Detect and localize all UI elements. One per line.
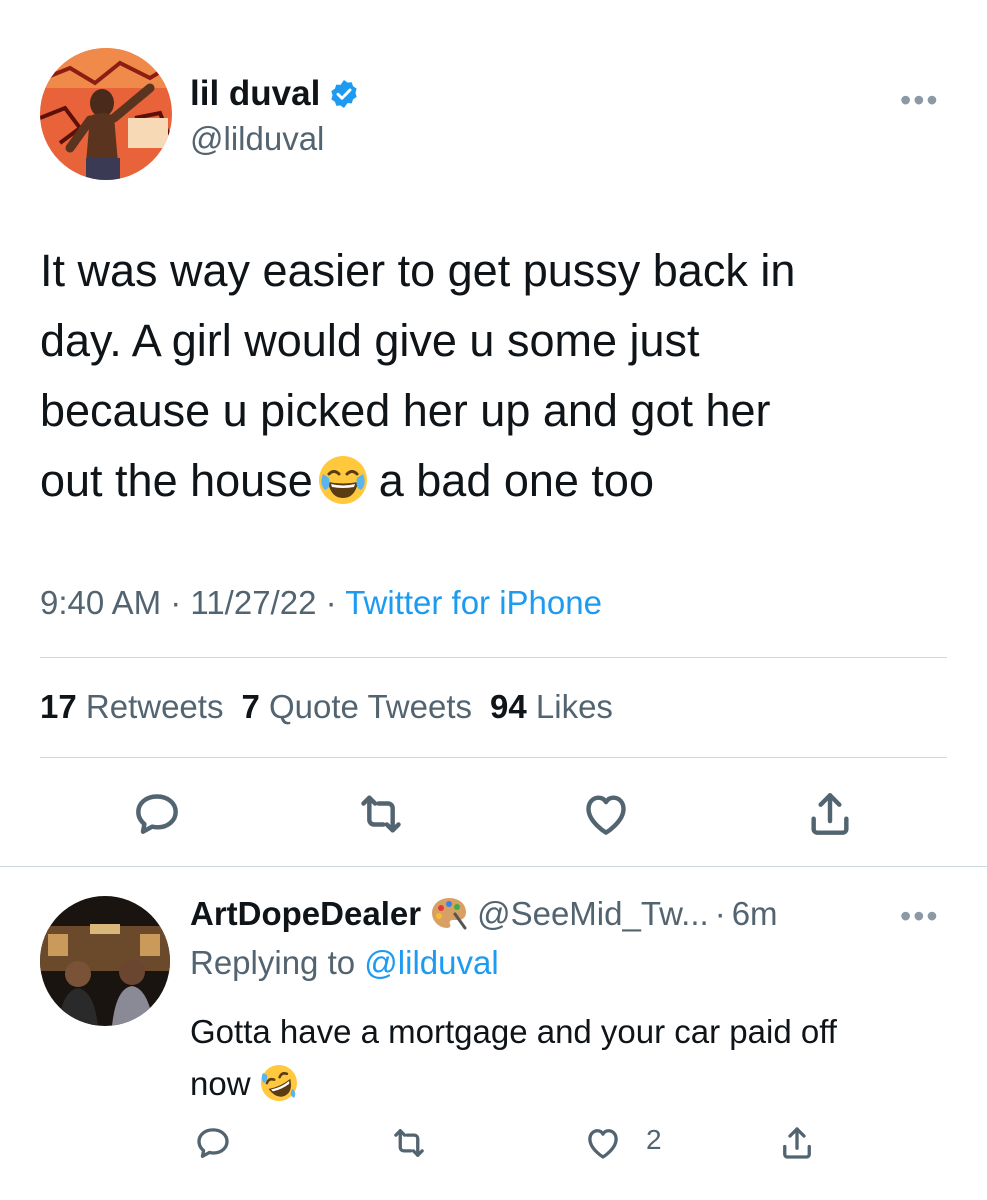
meta-separator: · (325, 584, 337, 621)
tweet-time[interactable]: 9:40 AM (40, 584, 161, 621)
share-icon[interactable] (802, 786, 858, 842)
tweet-source[interactable]: Twitter for iPhone (345, 584, 602, 621)
likes-stat[interactable]: 94 Likes (490, 688, 613, 725)
reply-like-count: 2 (646, 1124, 662, 1155)
display-name[interactable]: lil duval (190, 74, 360, 114)
tweet-meta: 9:40 AM · 11/27/22 · Twitter for iPhone (40, 584, 602, 622)
quotes-count: 7 (241, 688, 260, 725)
tweet-text-line: It was way easier to get pussy back in (40, 245, 796, 296)
reply-text-line: now (190, 1058, 950, 1110)
reply-icon[interactable] (129, 786, 185, 842)
reply-icon[interactable] (192, 1122, 234, 1164)
tweet-text-line: because u picked her up and got her (40, 385, 771, 436)
handle[interactable]: @lilduval (190, 120, 324, 158)
rolling-on-the-floor-laughing-icon (259, 1063, 299, 1103)
share-icon[interactable] (776, 1122, 818, 1164)
reply-handle[interactable]: @SeeMid_Tw... (477, 895, 709, 933)
reply-avatar[interactable] (40, 896, 170, 1026)
retweets-stat[interactable]: 17 Retweets (40, 688, 223, 725)
replying-prefix: Replying to (190, 944, 356, 981)
avatar[interactable] (40, 48, 172, 180)
retweets-count: 17 (40, 688, 77, 725)
tweet-stats: 17 Retweets 7 Quote Tweets 94 Likes (40, 688, 613, 726)
reply-text-line: Gotta have a mortgage and your car paid … (190, 1013, 837, 1050)
like-icon[interactable] (578, 786, 634, 842)
tweet-date[interactable]: 11/27/22 (190, 584, 316, 621)
replying-mention[interactable]: @lilduval (364, 944, 498, 981)
tweet-text-segment: a bad one too (378, 455, 654, 506)
divider (40, 657, 947, 658)
reply-display-name[interactable]: ArtDopeDealer (190, 895, 421, 933)
retweet-icon[interactable] (388, 1122, 430, 1164)
quotes-label: Quote Tweets (268, 688, 472, 725)
tweet-text-segment: out the house (40, 455, 313, 506)
divider (40, 757, 947, 758)
tweet-text: It was way easier to get pussy back in d… (40, 236, 950, 516)
display-name-text: lil duval (190, 74, 321, 113)
retweet-icon[interactable] (353, 786, 409, 842)
likes-count: 94 (490, 688, 527, 725)
more-options-icon[interactable]: ••• (900, 82, 940, 119)
reply-text: Gotta have a mortgage and your car paid … (190, 1006, 950, 1110)
tweet-text-line: day. A girl would give u some just (40, 315, 700, 366)
meta-separator: · (170, 584, 182, 621)
reply-header: ArtDopeDealer @SeeMid_Tw... · 6m (190, 894, 778, 934)
face-with-tears-of-joy-icon (317, 454, 369, 506)
reply-text-segment: now (190, 1065, 251, 1102)
like-icon[interactable] (582, 1122, 624, 1164)
reply-time[interactable]: 6m (732, 895, 778, 933)
more-options-icon[interactable]: ••• (900, 898, 940, 935)
retweets-label: Retweets (85, 688, 224, 725)
quotes-stat[interactable]: 7 Quote Tweets (241, 688, 472, 725)
likes-label: Likes (535, 688, 613, 725)
tweet-text-line: out the house a bad one too (40, 446, 950, 516)
artist-palette-icon (429, 894, 469, 934)
verified-badge-icon (328, 78, 360, 110)
replying-to: Replying to @lilduval (190, 944, 499, 982)
divider (0, 866, 987, 867)
time-separator: · (714, 895, 726, 932)
